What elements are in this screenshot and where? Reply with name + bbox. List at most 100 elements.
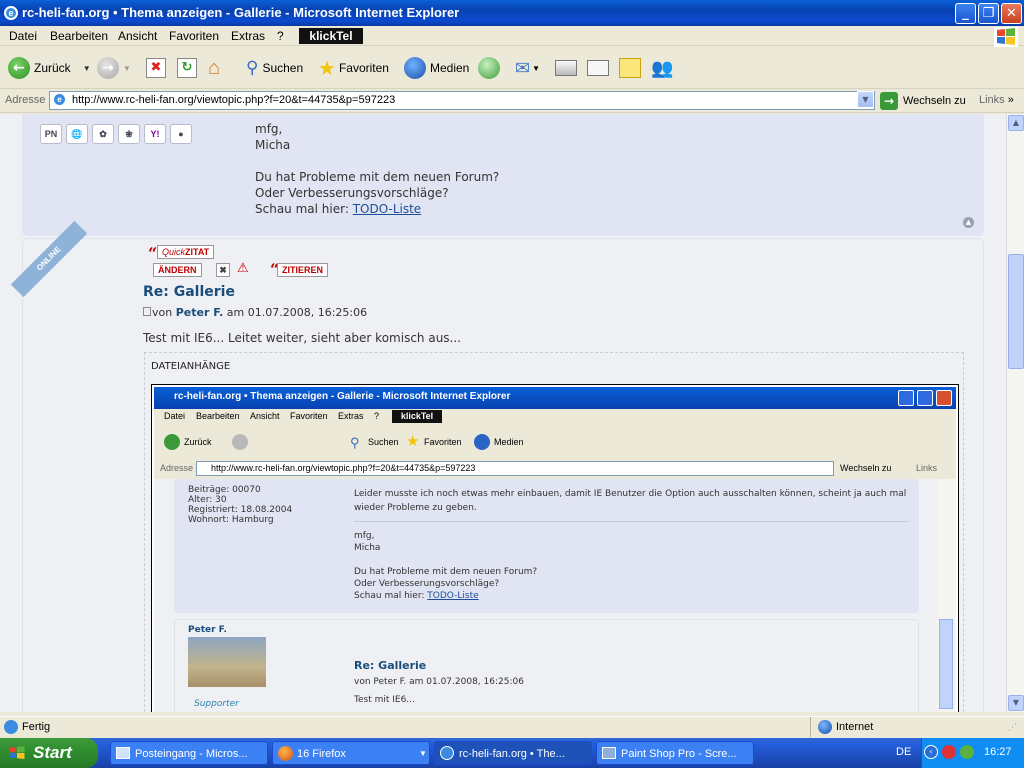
system-tray: ‹ 16:27 (921, 738, 1024, 768)
inner-post-current (174, 619, 919, 712)
title-bar: e rc-heli-fan.org • Thema anzeigen - Gal… (0, 0, 1024, 26)
jabber-icon[interactable]: ● (170, 124, 192, 144)
signature-line: Du hat Probleme mit dem neuen Forum? (255, 170, 500, 184)
pm-icon[interactable]: PN (40, 124, 62, 144)
post-author[interactable]: Peter F. (176, 306, 224, 319)
address-label: Adresse (5, 94, 46, 106)
links-toolbar[interactable]: Links » (979, 94, 1014, 106)
forward-arrow-icon: → (97, 57, 119, 79)
taskbar: Start Posteingang - Micros... 16 Firefox… (0, 738, 1024, 768)
forward-dropdown-icon[interactable]: ▼ (123, 64, 131, 73)
maximize-button[interactable]: ❐ (978, 3, 999, 24)
refresh-button[interactable]: ↻ (177, 56, 201, 80)
zone-label: Internet (836, 721, 874, 733)
tray-antivirus-icon[interactable] (942, 745, 956, 759)
quote-button[interactable]: ZITIEREN (277, 263, 329, 277)
icq-icon[interactable]: ✿ (92, 124, 114, 144)
print-button[interactable] (555, 56, 577, 80)
ie-window: e rc-heli-fan.org • Thema anzeigen - Gal… (0, 0, 1024, 738)
search-button[interactable]: ⚲ Suchen (246, 56, 303, 80)
menu-tools[interactable]: Extras (231, 29, 265, 43)
menu-view[interactable]: Ansicht (118, 29, 157, 43)
inner-profile-line: Alter: 30 (188, 495, 227, 505)
messenger-button[interactable]: 👥 (651, 56, 673, 80)
inner-globe-icon (474, 434, 490, 450)
task-paintshop-icon (602, 747, 616, 759)
quickquote-button[interactable]: QuickZITAT (157, 245, 215, 259)
address-input[interactable]: e http://www.rc-heli-fan.org/viewtopic.p… (49, 91, 875, 110)
klicktel-toolbar-logo[interactable]: klickTel (299, 28, 363, 44)
menu-file[interactable]: Datei (9, 29, 37, 43)
inner-profile-line: Beiträge: 00070 (188, 485, 261, 495)
search-icon: ⚲ (246, 58, 259, 77)
post-document-icon[interactable] (143, 307, 151, 316)
attachment-screenshot[interactable]: rc-heli-fan.org • Thema anzeigen - Galle… (151, 384, 959, 712)
inner-menu-item: Extras (338, 411, 364, 421)
language-indicator[interactable]: DE (896, 746, 911, 758)
scroll-thumb[interactable] (1008, 254, 1024, 369)
back-to-top-icon[interactable]: ▲ (963, 217, 974, 228)
vertical-scrollbar[interactable]: ▲ ▼ (1006, 114, 1024, 712)
menu-favorites[interactable]: Favoriten (169, 29, 219, 43)
favorites-label: Favoriten (338, 61, 389, 75)
task-outlook[interactable]: Posteingang - Micros... (110, 741, 268, 765)
report-warning-icon[interactable]: ⚠ (237, 261, 249, 276)
discuss-button[interactable] (619, 56, 641, 80)
start-button[interactable]: Start (0, 738, 98, 768)
minimize-button[interactable]: _ (955, 3, 976, 24)
post-by-prefix: von (152, 306, 176, 319)
inner-post-title: Re: Gallerie (354, 659, 427, 672)
inner-maximize-icon (917, 390, 933, 406)
msn-icon[interactable]: ❀ (118, 124, 140, 144)
inner-menu-item: ? (374, 411, 380, 421)
task-firefox-group[interactable]: 16 Firefox ▼ (272, 741, 430, 765)
mail-dropdown-icon[interactable]: ▼ (532, 64, 540, 73)
address-bar: Adresse e http://www.rc-heli-fan.org/vie… (0, 89, 1024, 113)
inner-search-icon: ⚲ (350, 435, 360, 450)
inner-search-label: Suchen (368, 437, 399, 447)
favorites-button[interactable]: ★ Favoriten (318, 56, 389, 80)
tray-expand-icon[interactable]: ‹ (924, 745, 938, 759)
mail-button[interactable]: ✉ ▼ (515, 56, 540, 80)
task-label: Paint Shop Pro - Scre... (621, 748, 737, 760)
stop-icon: ✖ (146, 58, 166, 78)
inner-close-icon (936, 390, 952, 406)
website-icon[interactable]: 🌐 (66, 124, 88, 144)
home-button[interactable]: ⌂ (208, 56, 220, 80)
signature-line: mfg, (255, 122, 283, 136)
task-ie-icon (440, 746, 454, 760)
tray-network-icon[interactable] (960, 745, 974, 759)
go-arrow-icon: → (880, 92, 898, 110)
scroll-up-button[interactable]: ▲ (1008, 115, 1024, 131)
edit-button[interactable] (587, 56, 609, 80)
post-previous: PN 🌐 ✿ ❀ Y! ● mfg, Micha Du hat Probleme… (22, 114, 984, 236)
menu-help[interactable]: ? (277, 29, 284, 43)
inner-todo-link: TODO-Liste (427, 591, 479, 601)
close-button[interactable]: ✕ (1001, 3, 1022, 24)
inner-scrollbar (937, 479, 956, 712)
task-label: 16 Firefox (297, 748, 346, 760)
forward-button[interactable]: → ▼ (97, 56, 131, 80)
edit-button[interactable]: ÄNDERN (153, 263, 202, 277)
post-title[interactable]: Re: Gallerie (143, 284, 235, 300)
address-dropdown-button[interactable]: ▼ (857, 91, 874, 108)
messenger-users-icon: 👥 (651, 57, 674, 78)
tray-clock[interactable]: 16:27 (984, 746, 1012, 758)
task-paintshop[interactable]: Paint Shop Pro - Scre... (596, 741, 754, 765)
go-button[interactable]: → Wechseln zu (880, 92, 966, 110)
menu-edit[interactable]: Bearbeiten (50, 29, 108, 43)
inner-post-previous (174, 479, 919, 613)
task-ie[interactable]: rc-heli-fan.org • The... (434, 741, 592, 765)
history-button[interactable] (478, 56, 504, 80)
back-dropdown-icon[interactable]: ▼ (83, 64, 91, 73)
inner-scroll-thumb (939, 619, 953, 709)
back-button[interactable]: ← Zurück ▼ (8, 56, 91, 80)
yahoo-icon[interactable]: Y! (144, 124, 166, 144)
scroll-down-button[interactable]: ▼ (1008, 695, 1024, 711)
inner-klicktel: klickTel (392, 410, 442, 423)
todo-list-link[interactable]: TODO-Liste (353, 202, 421, 216)
delete-icon[interactable]: ✖ (216, 263, 230, 277)
stop-button[interactable]: ✖ (146, 56, 170, 80)
media-button[interactable]: Medien (404, 56, 469, 80)
resize-grip-icon[interactable]: ⋰ (1008, 723, 1017, 733)
